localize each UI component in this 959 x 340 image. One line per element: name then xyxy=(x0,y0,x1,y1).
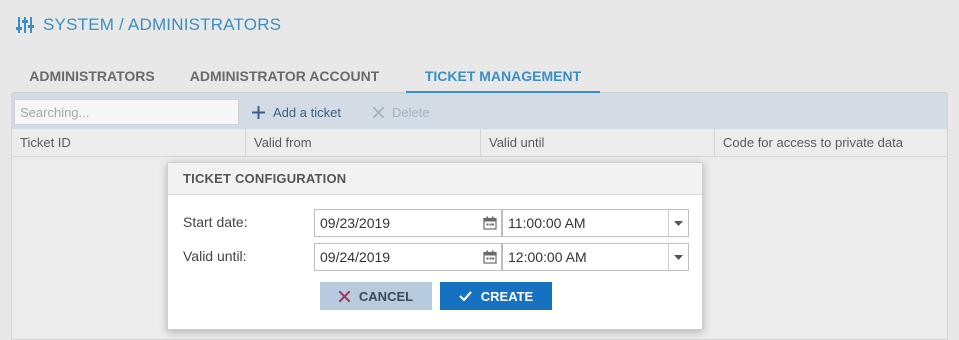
delete-label: Delete xyxy=(392,104,430,120)
valid-until-time-select[interactable]: 12:00:00 AM xyxy=(502,243,689,271)
toolbar: Add a ticket Delete xyxy=(12,94,947,129)
chevron-down-icon[interactable] xyxy=(668,244,688,270)
cancel-button[interactable]: CANCEL xyxy=(320,282,432,310)
column-ticket-id[interactable]: Ticket ID xyxy=(12,129,246,157)
add-ticket-label: Add a ticket xyxy=(273,104,341,120)
plus-icon xyxy=(252,105,265,119)
calendar-icon[interactable] xyxy=(481,212,499,234)
add-ticket-button[interactable]: Add a ticket xyxy=(252,101,341,123)
search-input[interactable] xyxy=(14,99,239,125)
tab-ticket-management[interactable]: TICKET MANAGEMENT xyxy=(406,60,600,93)
tab-administrators[interactable]: ADMINISTRATORS xyxy=(13,60,171,93)
dialog-title: TICKET CONFIGURATION xyxy=(168,163,702,195)
start-date-row: Start date: 09/23/2019 11:00:00 AM xyxy=(183,209,693,237)
sliders-icon xyxy=(15,15,35,35)
start-date-label: Start date: xyxy=(183,214,248,230)
column-valid-until[interactable]: Valid until xyxy=(481,129,715,157)
column-access-code[interactable]: Code for access to private data xyxy=(715,129,947,157)
close-icon xyxy=(338,290,350,302)
page-header: SYSTEM / ADMINISTRATORS xyxy=(15,13,281,37)
tab-bar: ADMINISTRATORS ADMINISTRATOR ACCOUNT TIC… xyxy=(13,60,947,93)
tab-administrator-account[interactable]: ADMINISTRATOR ACCOUNT xyxy=(180,60,389,93)
ticket-configuration-dialog: TICKET CONFIGURATION Start date: 09/23/2… xyxy=(167,162,703,330)
cancel-label: CANCEL xyxy=(358,288,414,304)
start-time-select[interactable]: 11:00:00 AM xyxy=(502,209,689,237)
column-valid-from[interactable]: Valid from xyxy=(246,129,481,157)
valid-until-date-input[interactable]: 09/24/2019 xyxy=(314,243,502,271)
delete-button[interactable]: Delete xyxy=(373,101,430,123)
page-title: SYSTEM / ADMINISTRATORS xyxy=(43,15,282,34)
close-icon xyxy=(373,106,384,118)
valid-until-label: Valid until: xyxy=(183,248,247,264)
table-header: Ticket ID Valid from Valid until Code fo… xyxy=(12,129,947,157)
create-button[interactable]: CREATE xyxy=(440,282,552,310)
valid-until-row: Valid until: 09/24/2019 12:00:00 AM xyxy=(183,243,693,271)
calendar-icon[interactable] xyxy=(481,246,499,268)
create-label: CREATE xyxy=(480,288,534,304)
start-date-input[interactable]: 09/23/2019 xyxy=(314,209,502,237)
checkmark-icon xyxy=(458,291,472,301)
chevron-down-icon[interactable] xyxy=(668,210,688,236)
